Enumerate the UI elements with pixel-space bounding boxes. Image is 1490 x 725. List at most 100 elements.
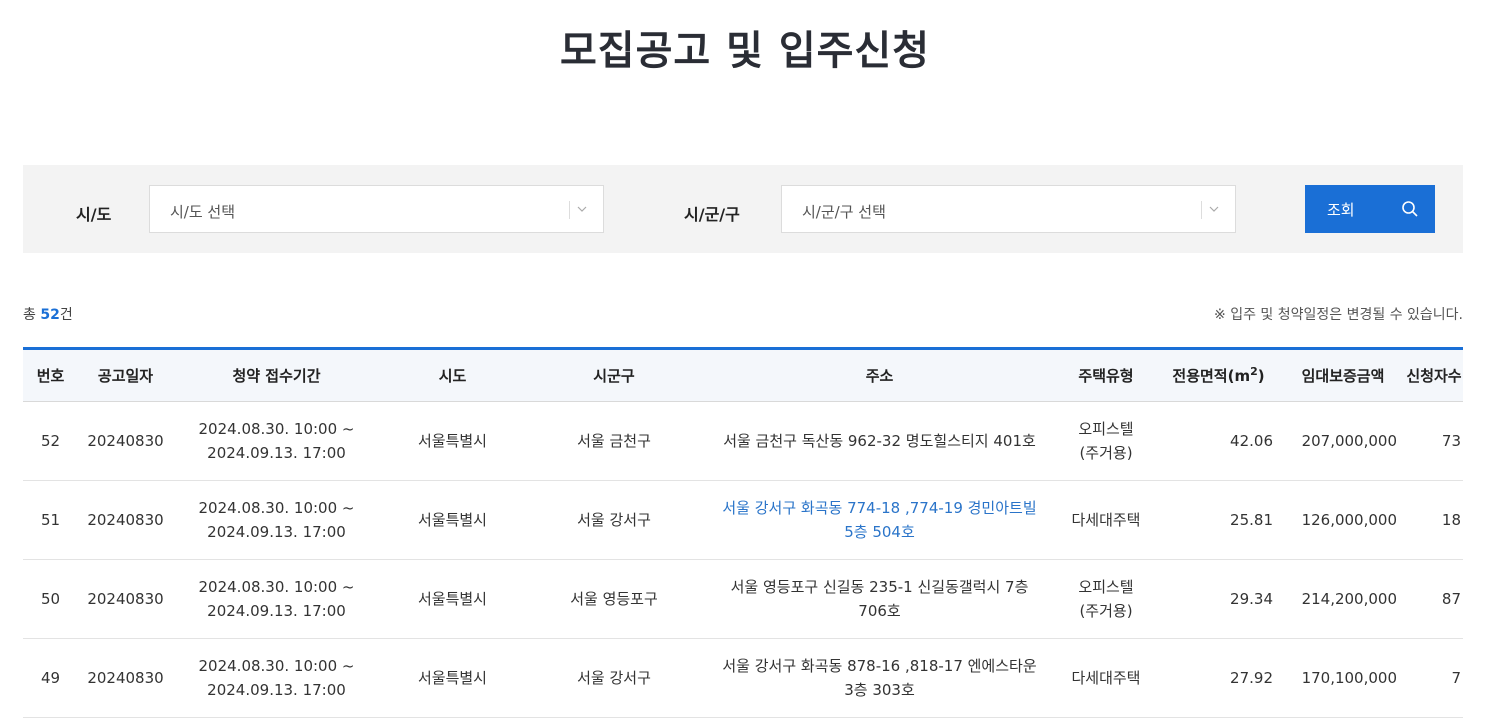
cell-applicants: 87 — [1405, 559, 1463, 639]
cell-type: 다세대주택 — [1056, 480, 1156, 560]
period-end: 2024.09.13. 17:00 — [207, 681, 346, 699]
cell-type: 다세대주택 — [1056, 638, 1156, 718]
chevron-down-icon — [1209, 206, 1219, 212]
total-count-prefix: 총 — [23, 307, 36, 323]
cell-date: 20240830 — [78, 559, 173, 639]
sigungu-label: 시/군/구 — [684, 205, 740, 224]
cell-applicants: 18 — [1405, 480, 1463, 560]
sigungu-select[interactable]: 시/군/구 선택 — [781, 185, 1236, 233]
cell-period: 2024.08.30. 10:00 ~ 2024.09.13. 17:00 — [173, 401, 380, 481]
type-line: 오피스텔 — [1078, 420, 1134, 438]
cell-address[interactable]: 서울 강서구 화곡동 878-16 ,818-17 엔에스타운 3층 303호 — [703, 638, 1056, 718]
cell-period: 2024.08.30. 10:00 ~ 2024.09.13. 17:00 — [173, 480, 380, 560]
address-line[interactable]: 3층 303호 — [703, 678, 1056, 702]
type-line: (주거용) — [1079, 602, 1133, 620]
header-area: 전용면적(m2) — [1156, 348, 1281, 402]
header-applicants: 신청자수 — [1405, 348, 1463, 402]
period-end: 2024.09.13. 17:00 — [207, 523, 346, 541]
cell-deposit: 207,000,000 — [1281, 401, 1405, 481]
cell-deposit: 126,000,000 — [1281, 480, 1405, 560]
page-title: 모집공고 및 입주신청 — [559, 28, 931, 74]
cell-type: 오피스텔 (주거용) — [1056, 559, 1156, 639]
type-line: 다세대주택 — [1071, 511, 1141, 529]
cell-area: 42.06 — [1156, 401, 1281, 481]
select-divider — [569, 201, 570, 219]
sido-label: 시/도 — [76, 205, 112, 224]
search-button[interactable]: 조회 — [1305, 185, 1435, 233]
cell-applicants: 7 — [1405, 638, 1463, 718]
header-no: 번호 — [23, 348, 78, 402]
cell-address[interactable]: 서울 영등포구 신길동 235-1 신길동갤럭시 7층 706호 — [703, 559, 1056, 639]
header-area-sup: 2 — [1250, 365, 1258, 378]
cell-period: 2024.08.30. 10:00 ~ 2024.09.13. 17:00 — [173, 638, 380, 718]
period-end: 2024.09.13. 17:00 — [207, 602, 346, 620]
cell-type: 오피스텔 (주거용) — [1056, 401, 1156, 481]
search-button-label: 조회 — [1327, 202, 1355, 219]
header-type: 주택유형 — [1056, 348, 1156, 402]
cell-area: 27.92 — [1156, 638, 1281, 718]
address-line[interactable]: 서울 영등포구 신길동 235-1 신길동갤럭시 7층 — [703, 575, 1056, 599]
cell-sido: 서울특별시 — [380, 480, 525, 560]
cell-applicants: 73 — [1405, 401, 1463, 481]
period-start: 2024.08.30. 10:00 ~ — [198, 420, 355, 438]
search-bar: 시/도 시/도 선택 시/군/구 시/군/구 선택 조회 — [23, 165, 1463, 253]
total-count-suffix: 건 — [59, 307, 73, 323]
table-row[interactable]: 51 20240830 2024.08.30. 10:00 ~ 2024.09.1… — [23, 480, 1463, 560]
cell-no: 51 — [23, 480, 78, 560]
announcement-table: 번호 공고일자 청약 접수기간 시도 시군구 주소 주택유형 전용면적(m2) … — [23, 347, 1463, 718]
address-line[interactable]: 706호 — [703, 599, 1056, 623]
address-link[interactable]: 서울 강서구 화곡동 774-18 ,774-19 경민아트빌 — [703, 496, 1056, 520]
cell-date: 20240830 — [78, 480, 173, 560]
cell-sigungu: 서울 강서구 — [525, 480, 703, 560]
header-sigungu: 시군구 — [525, 348, 703, 402]
header-deposit: 임대보증금액 — [1281, 348, 1405, 402]
sido-select[interactable]: 시/도 선택 — [149, 185, 604, 233]
address-line[interactable]: 서울 금천구 독산동 962-32 명도힐스티지 401호 — [703, 429, 1056, 453]
total-count-number: 52 — [40, 307, 60, 323]
header-date: 공고일자 — [78, 348, 173, 402]
cell-no: 50 — [23, 559, 78, 639]
select-divider — [1201, 201, 1202, 219]
chevron-down-icon — [577, 206, 587, 212]
cell-no: 52 — [23, 401, 78, 481]
cell-sigungu: 서울 금천구 — [525, 401, 703, 481]
table-row[interactable]: 49 20240830 2024.08.30. 10:00 ~ 2024.09.1… — [23, 638, 1463, 718]
header-address: 주소 — [703, 348, 1056, 402]
search-icon — [1402, 201, 1418, 217]
sido-select-placeholder: 시/도 선택 — [170, 203, 236, 221]
cell-sigungu: 서울 영등포구 — [525, 559, 703, 639]
type-line: 오피스텔 — [1078, 578, 1134, 596]
type-line: 다세대주택 — [1071, 669, 1141, 687]
header-period: 청약 접수기간 — [173, 348, 380, 402]
cell-no: 49 — [23, 638, 78, 718]
cell-address[interactable]: 서울 금천구 독산동 962-32 명도힐스티지 401호 — [703, 401, 1056, 481]
header-area-close: ) — [1257, 367, 1265, 385]
cell-sigungu: 서울 강서구 — [525, 638, 703, 718]
schedule-notice: ※ 입주 및 청약일정은 변경될 수 있습니다. — [1214, 307, 1463, 323]
address-line[interactable]: 서울 강서구 화곡동 878-16 ,818-17 엔에스타운 — [703, 654, 1056, 678]
table-row[interactable]: 52 20240830 2024.08.30. 10:00 ~ 2024.09.1… — [23, 401, 1463, 481]
cell-area: 29.34 — [1156, 559, 1281, 639]
sigungu-select-placeholder: 시/군/구 선택 — [802, 203, 886, 221]
cell-area: 25.81 — [1156, 480, 1281, 560]
period-start: 2024.08.30. 10:00 ~ — [198, 578, 355, 596]
table-header-row: 번호 공고일자 청약 접수기간 시도 시군구 주소 주택유형 전용면적(m2) … — [23, 348, 1463, 402]
cell-address[interactable]: 서울 강서구 화곡동 774-18 ,774-19 경민아트빌 5층 504호 — [703, 480, 1056, 560]
total-count: 총 52건 — [23, 304, 73, 324]
cell-period: 2024.08.30. 10:00 ~ 2024.09.13. 17:00 — [173, 559, 380, 639]
cell-sido: 서울특별시 — [380, 559, 525, 639]
address-link[interactable]: 5층 504호 — [703, 520, 1056, 544]
type-line: (주거용) — [1079, 444, 1133, 462]
table-row[interactable]: 50 20240830 2024.08.30. 10:00 ~ 2024.09.1… — [23, 559, 1463, 639]
cell-deposit: 170,100,000 — [1281, 638, 1405, 718]
cell-date: 20240830 — [78, 401, 173, 481]
cell-date: 20240830 — [78, 638, 173, 718]
period-start: 2024.08.30. 10:00 ~ — [198, 657, 355, 675]
cell-deposit: 214,200,000 — [1281, 559, 1405, 639]
cell-sido: 서울특별시 — [380, 638, 525, 718]
period-end: 2024.09.13. 17:00 — [207, 444, 346, 462]
cell-sido: 서울특별시 — [380, 401, 525, 481]
header-sido: 시도 — [380, 348, 525, 402]
period-start: 2024.08.30. 10:00 ~ — [198, 499, 355, 517]
header-area-label: 전용면적(m — [1172, 367, 1251, 385]
